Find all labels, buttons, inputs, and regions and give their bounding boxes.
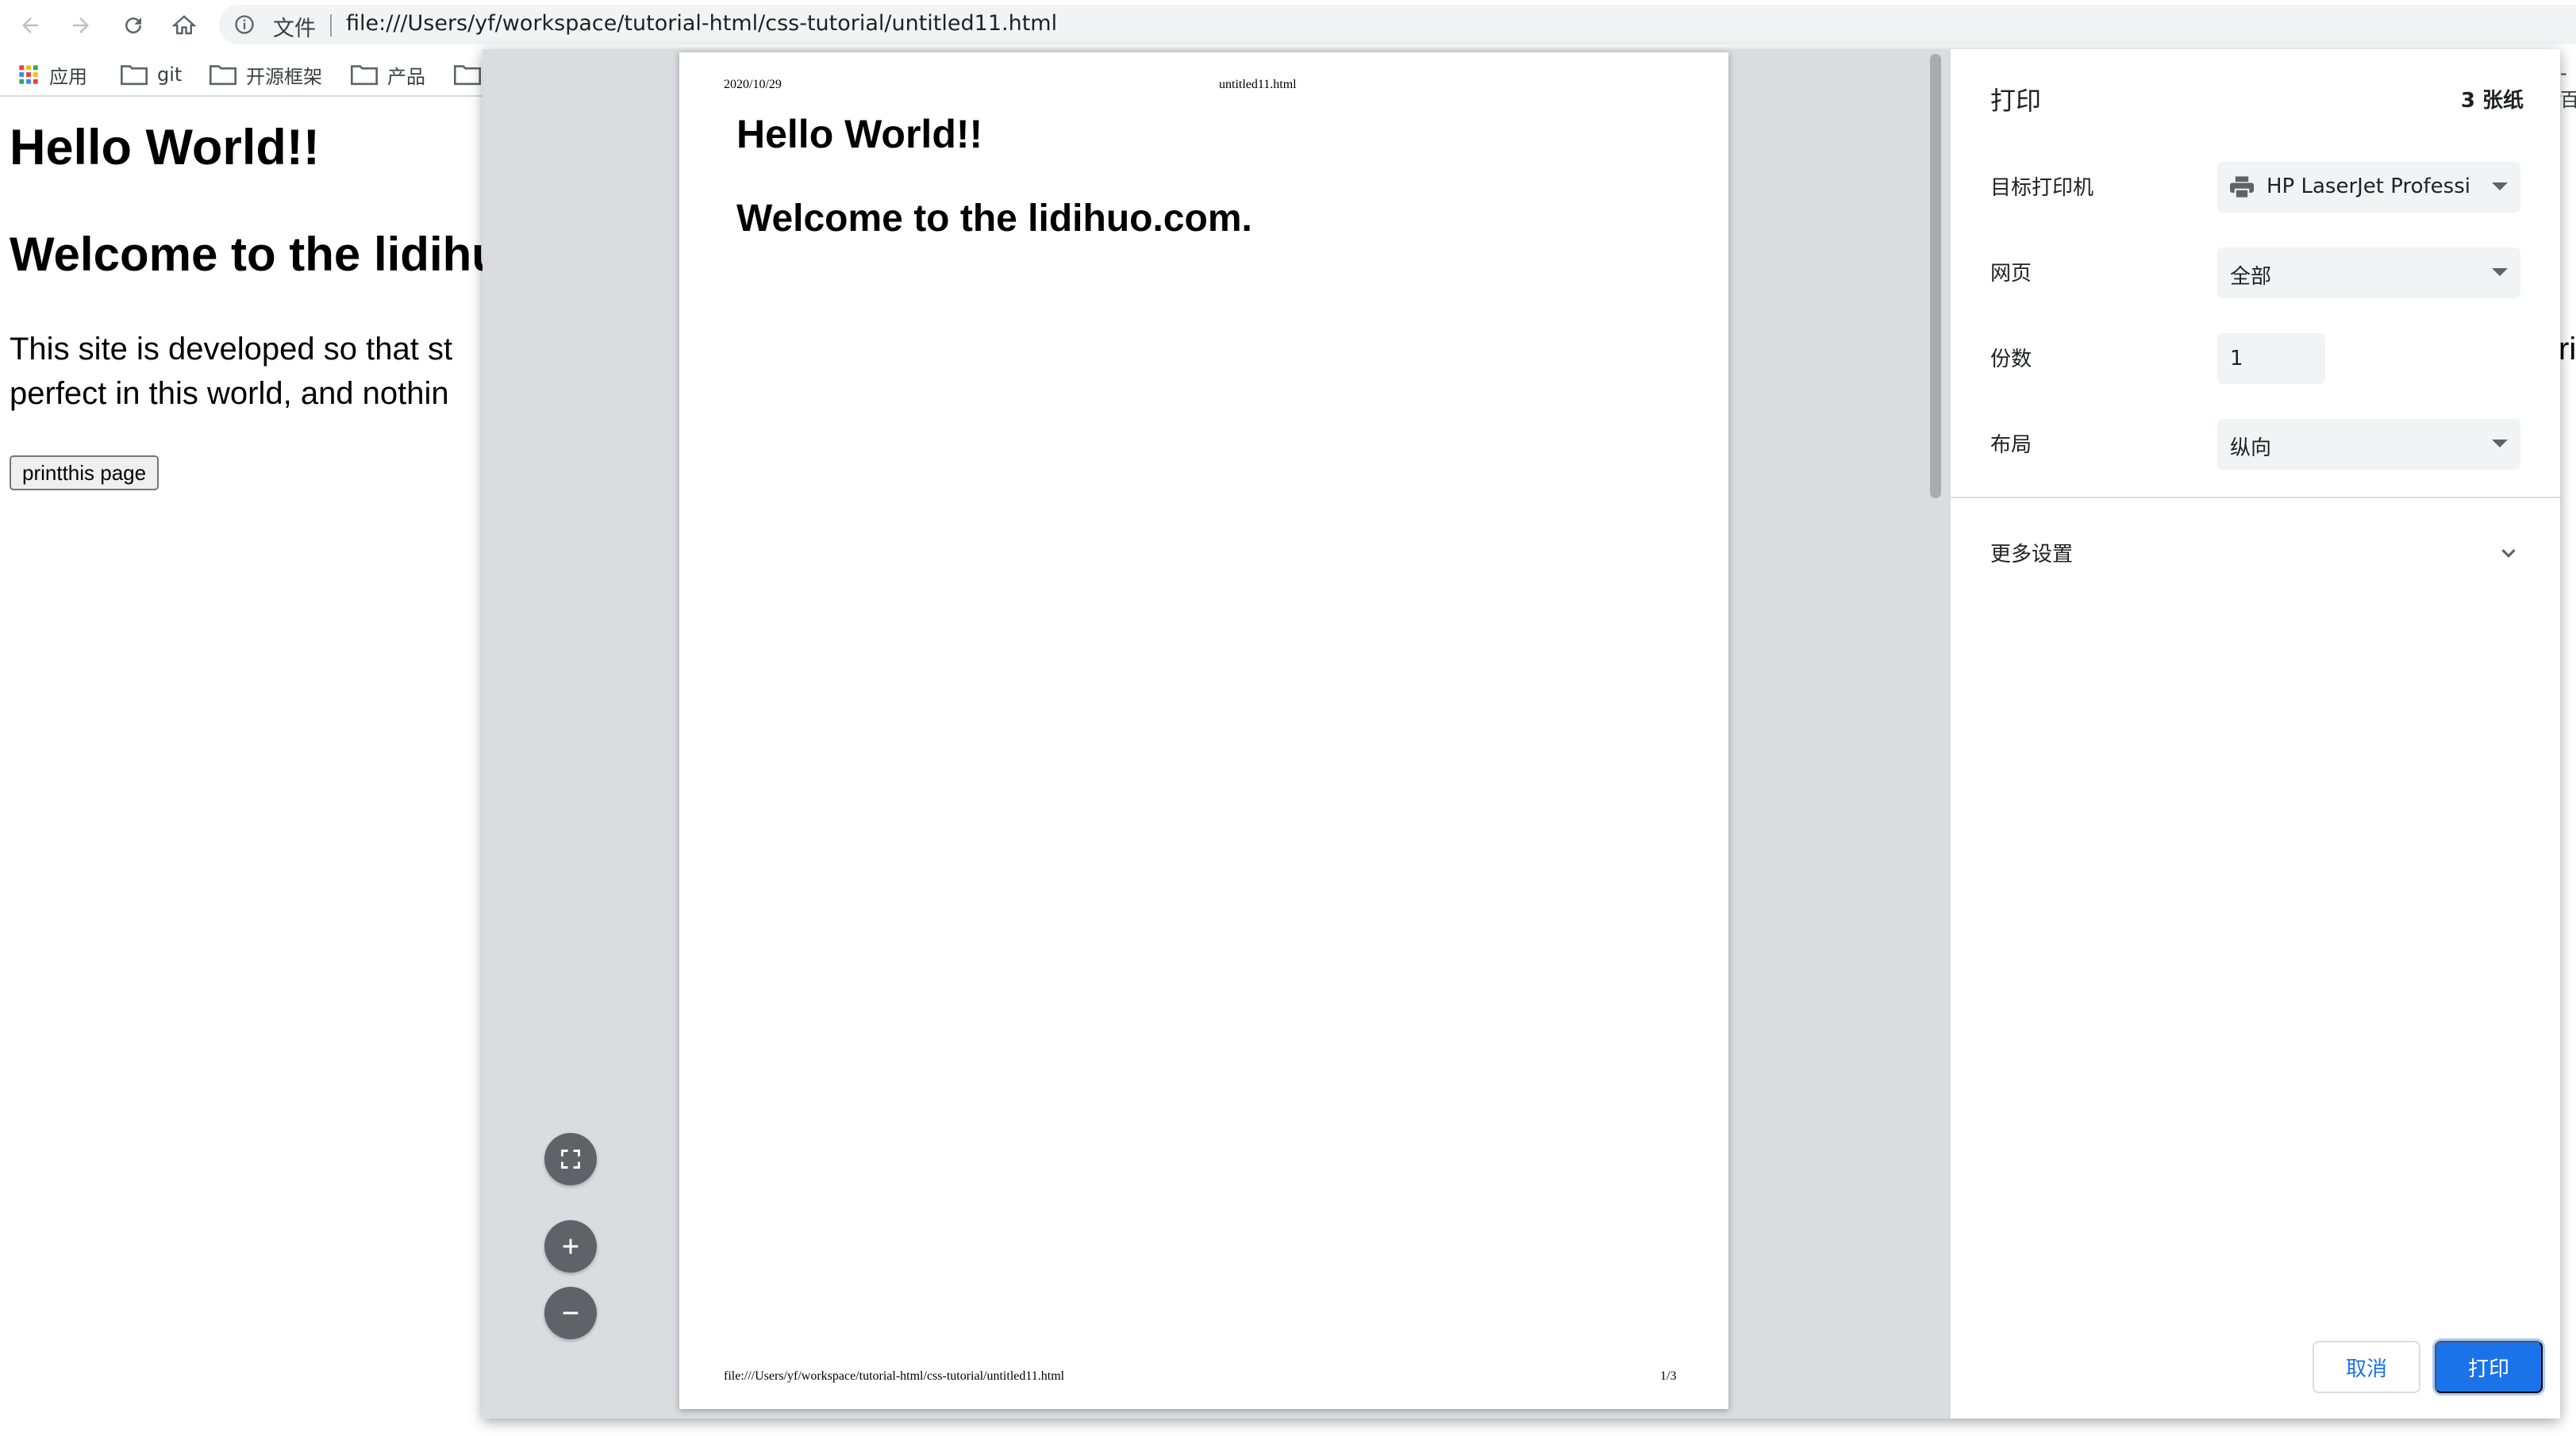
copies-label: 份数 xyxy=(1990,347,2032,371)
preview-header-title: untitled11.html xyxy=(1219,78,1297,91)
destination-label: 目标打印机 xyxy=(1990,176,2094,200)
caret-down-icon xyxy=(2492,268,2508,276)
scrollbar-thumb[interactable] xyxy=(1930,54,1941,498)
omnibox-separator xyxy=(330,14,332,36)
print-settings-panel: 打印 3 张纸 目标打印机 HP LaserJet Professio 网页 全… xyxy=(1949,49,2562,1419)
info-icon[interactable] xyxy=(233,13,256,36)
arrow-left-icon xyxy=(22,17,38,33)
bookmark-git[interactable]: git xyxy=(121,60,182,89)
folder-icon xyxy=(454,65,481,86)
bookmark-label: 应用 xyxy=(49,65,87,88)
page-heading-1: Hello World!! xyxy=(10,120,320,175)
bookmark-open-source[interactable]: 开源框架 xyxy=(210,60,322,89)
page-paragraph-line-2: perfect in this world, and nothin xyxy=(10,376,449,411)
browser-toolbar: 文件 file:///Users/yf/workspace/tutorial-h… xyxy=(0,0,2576,49)
plus-icon xyxy=(563,1238,579,1254)
more-settings-toggle[interactable]: 更多设置 xyxy=(1951,525,2562,582)
print-title: 打印 xyxy=(1990,86,2042,116)
sheet-count: 3 张纸 xyxy=(2460,89,2524,113)
destination-select[interactable]: HP LaserJet Professio xyxy=(2217,162,2520,213)
layout-value: 纵向 xyxy=(2230,436,2272,460)
pages-select[interactable]: 全部 xyxy=(2217,248,2520,298)
layout-label: 布局 xyxy=(1990,433,2032,457)
page-paragraph-right-fragment: ri xyxy=(2559,332,2576,367)
folder-icon xyxy=(351,65,378,86)
home-icon xyxy=(172,15,196,35)
home-button[interactable] xyxy=(167,8,202,43)
copies-input[interactable] xyxy=(2217,333,2325,384)
preview-sheet: 2020/10/29 untitled11.html Hello World!!… xyxy=(679,52,1728,1409)
bookmark-partial-right[interactable]: -百 xyxy=(2560,62,2576,112)
url-text[interactable]: file:///Users/yf/workspace/tutorial-html… xyxy=(346,11,1057,36)
bookmark-apps[interactable]: 应用 xyxy=(17,60,87,89)
page-paragraph-line-1: This site is developed so that st xyxy=(10,332,453,367)
zoom-in-button[interactable] xyxy=(544,1220,597,1273)
more-settings-label: 更多设置 xyxy=(1990,543,2074,566)
minus-icon xyxy=(563,1311,579,1315)
bookmark-label: 开源框架 xyxy=(246,65,322,88)
address-bar[interactable]: 文件 file:///Users/yf/workspace/tutorial-h… xyxy=(219,5,2576,44)
arrow-right-icon xyxy=(73,17,89,33)
origin-label: 文件 xyxy=(273,17,316,41)
print-button[interactable]: 打印 xyxy=(2435,1341,2543,1393)
zoom-out-button[interactable] xyxy=(544,1287,597,1339)
fit-to-page-button[interactable] xyxy=(544,1133,597,1185)
caret-down-icon xyxy=(2492,182,2508,190)
preview-header-date: 2020/10/29 xyxy=(724,78,782,91)
destination-value: HP LaserJet Professio xyxy=(2266,175,2470,198)
apps-grid-icon xyxy=(19,65,38,84)
preview-heading-1: Hello World!! xyxy=(736,112,983,156)
pages-label: 网页 xyxy=(1990,262,2032,286)
bookmark-products[interactable]: 产品 xyxy=(351,60,425,89)
preview-footer-page: 1/3 xyxy=(1660,1369,1677,1383)
folder-icon xyxy=(210,65,236,86)
cancel-button[interactable]: 取消 xyxy=(2313,1341,2420,1393)
fit-to-page-icon xyxy=(561,1150,580,1169)
page-heading-2: Welcome to the lidihu xyxy=(10,228,501,281)
back-button[interactable] xyxy=(13,8,48,43)
printer-icon xyxy=(2230,176,2254,199)
settings-divider xyxy=(1951,497,2562,498)
preview-heading-2: Welcome to the lidihuo.com. xyxy=(736,198,1252,240)
bookmark-label: 产品 xyxy=(387,65,425,88)
reload-button[interactable] xyxy=(116,8,151,43)
folder-icon xyxy=(121,65,148,86)
print-preview-area: 2020/10/29 untitled11.html Hello World!!… xyxy=(483,49,1924,1419)
preview-footer-url: file:///Users/yf/workspace/tutorial-html… xyxy=(724,1369,1065,1383)
print-dialog: 2020/10/29 untitled11.html Hello World!!… xyxy=(483,49,2562,1419)
caret-down-icon xyxy=(2492,440,2508,447)
print-page-button[interactable]: printthis page xyxy=(10,455,160,490)
layout-select[interactable]: 纵向 xyxy=(2217,419,2520,470)
reload-icon xyxy=(125,17,142,34)
bookmark-label: git xyxy=(157,63,183,86)
pages-value: 全部 xyxy=(2230,265,2272,289)
chevron-down-icon xyxy=(2501,549,2516,558)
preview-scrollbar[interactable] xyxy=(1924,49,1949,1419)
forward-button[interactable] xyxy=(63,8,98,43)
